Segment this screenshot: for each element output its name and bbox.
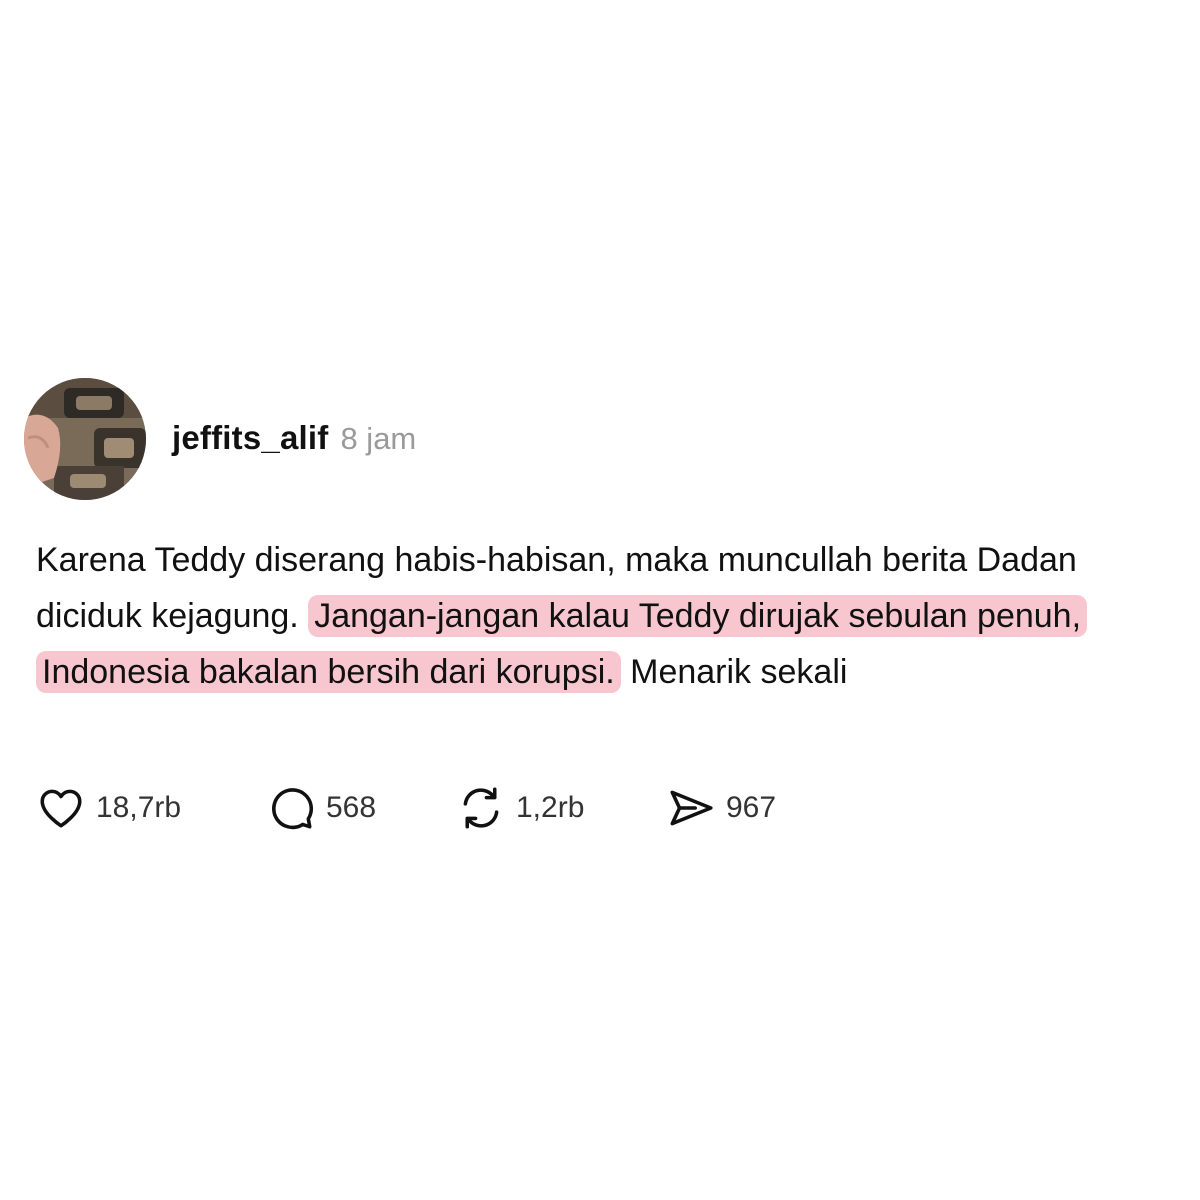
paper-plane-icon (666, 783, 716, 833)
username[interactable]: jeffits_alif (172, 419, 328, 457)
post-timestamp: 8 jam (340, 421, 417, 456)
post-header: jeffits_alif 8 jam (24, 378, 416, 500)
post-card: jeffits_alif 8 jam Karena Teddy diserang… (0, 0, 1200, 1200)
like-button[interactable]: 18,7rb (36, 783, 266, 833)
repost-count: 1,2rb (516, 791, 585, 824)
post-text-end: Menarik sekali (620, 653, 848, 691)
repost-arrows-icon (456, 783, 506, 833)
share-count: 967 (726, 791, 777, 824)
like-count: 18,7rb (96, 791, 182, 824)
speech-bubble-icon (266, 783, 316, 833)
repost-button[interactable]: 1,2rb (456, 783, 666, 833)
reply-button[interactable]: 568 (266, 783, 456, 833)
heart-icon (36, 783, 86, 833)
avatar-image (24, 378, 146, 500)
post-body: Karena Teddy diserang habis-habisan, mak… (36, 532, 1166, 700)
reply-count: 568 (326, 791, 377, 824)
post-actions: 18,7rb 568 1,2rb 967 (36, 780, 826, 836)
avatar[interactable] (24, 378, 146, 500)
author-line: jeffits_alif 8 jam (172, 419, 416, 457)
share-button[interactable]: 967 (666, 783, 826, 833)
